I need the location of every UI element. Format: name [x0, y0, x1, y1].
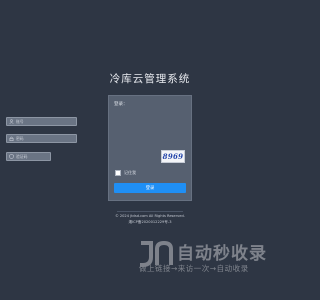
captcha-placeholder: 验证码	[16, 153, 28, 159]
login-button[interactable]: 登录	[114, 183, 186, 193]
user-icon	[8, 118, 15, 125]
login-box-label: 登录：	[114, 102, 128, 107]
remember-me[interactable]: 记住我	[115, 170, 136, 176]
footer-divider	[117, 211, 183, 212]
watermark-main-text: 自动秒收录	[177, 244, 267, 264]
page-title: 冷库云管理系统	[109, 73, 191, 85]
remember-label: 记住我	[124, 170, 136, 175]
copyright-text: © 2024 jtdsd.com All Rights Reserved.	[115, 214, 185, 218]
shield-icon	[8, 153, 15, 160]
username-field[interactable]: 账号	[6, 117, 77, 126]
watermark: 自动秒收录 做上链接→来访一次→自动收录	[137, 239, 277, 279]
remember-checkbox[interactable]	[115, 170, 121, 176]
username-placeholder: 账号	[16, 118, 24, 124]
password-placeholder: 密码	[16, 135, 24, 141]
lock-icon	[8, 135, 15, 142]
captcha-field[interactable]: 验证码	[6, 152, 51, 161]
icp-record: 湘ICP备2020012229号-3	[128, 220, 172, 224]
password-field[interactable]: 密码	[6, 134, 77, 143]
captcha-image[interactable]: 8969	[161, 150, 185, 163]
watermark-sub-text: 做上链接→来访一次→自动收录	[139, 264, 249, 273]
